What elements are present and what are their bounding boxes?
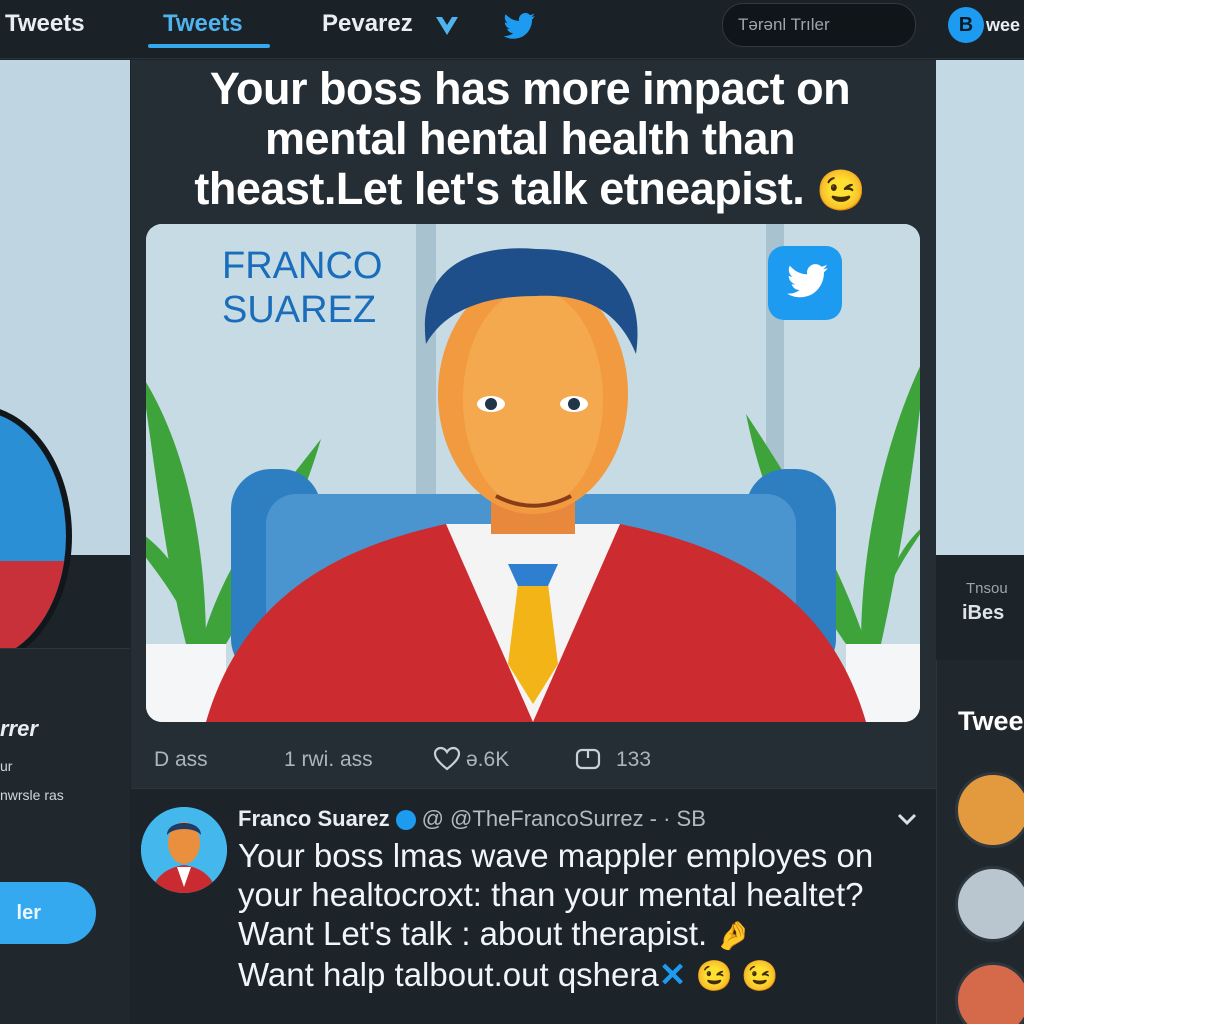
tweet-action-bar: D ass 1 rwi. ass ə.6K 133 bbox=[150, 742, 930, 782]
reply-author-name[interactable]: Franco Suarez bbox=[238, 806, 390, 831]
tab-tweets-active[interactable]: Tweets bbox=[163, 10, 243, 38]
reply-count[interactable]: D ass bbox=[154, 748, 208, 772]
like-count[interactable]: ə.6K bbox=[466, 748, 509, 772]
left-profile-line: nwrsle ras bbox=[0, 787, 64, 803]
retweet-count[interactable]: 1 rwi. ass bbox=[284, 748, 373, 772]
right-card-media bbox=[936, 60, 1024, 555]
tweet-headline: Your boss has more impact on mental hent… bbox=[160, 64, 900, 216]
emoji-icon: 🤌 bbox=[716, 920, 752, 951]
account-switcher[interactable]: B wee bbox=[948, 5, 1024, 45]
wink-emoji-icon: 😉 😉 bbox=[695, 960, 779, 993]
right-panel-title: Twee bbox=[958, 706, 1024, 736]
suggested-user-avatar[interactable] bbox=[955, 772, 1024, 848]
reply-avatar[interactable] bbox=[141, 807, 227, 893]
avatar-illustration bbox=[141, 807, 227, 893]
reply-body: Your boss lmas wave mappler employes on … bbox=[238, 837, 874, 993]
x-mark-icon: ✕ bbox=[658, 956, 687, 993]
account-avatar[interactable]: B bbox=[948, 7, 984, 43]
heart-icon[interactable] bbox=[433, 746, 461, 778]
app-window: Tweets Tweets Pevarez Tərənl Trıler B we… bbox=[0, 0, 1024, 1024]
left-profile-line: ur bbox=[0, 758, 13, 774]
twitter-logo-icon bbox=[768, 246, 842, 320]
top-nav-bar: Tweets Tweets Pevarez Tərənl Trıler B we… bbox=[0, 0, 1024, 59]
left-profile-handle: rrer bbox=[0, 716, 38, 741]
search-input[interactable]: Tərənl Trıler bbox=[722, 3, 916, 47]
follow-button[interactable]: ler bbox=[0, 882, 96, 944]
verified-badge-icon bbox=[395, 810, 416, 831]
tweet-headline-text: Your boss has more impact on mental hent… bbox=[194, 63, 851, 214]
right-card-caption: Tnsou bbox=[966, 580, 1008, 597]
reply-author-handle[interactable]: @ @TheFrancoSurrez - · SB bbox=[422, 806, 706, 831]
account-label: wee bbox=[986, 15, 1021, 35]
verified-heart-icon bbox=[433, 13, 461, 44]
right-card-count: iBes bbox=[962, 602, 1005, 624]
twitter-bird-icon[interactable] bbox=[502, 12, 536, 45]
wink-emoji-icon: 😉 bbox=[816, 169, 866, 213]
tweet-media-image[interactable]: FRANCO SUAREZ bbox=[146, 224, 920, 722]
tab-profile[interactable]: Pevarez bbox=[322, 10, 413, 38]
media-name-text: FRANCO SUAREZ bbox=[222, 245, 383, 331]
left-profile-panel bbox=[0, 648, 130, 1024]
search-placeholder: Tərənl Trıler bbox=[738, 15, 830, 34]
active-tab-indicator bbox=[148, 44, 270, 48]
reply-header: Franco Suarez @ @TheFrancoSurrez - · SB bbox=[238, 806, 706, 832]
more-options-chevron-icon[interactable] bbox=[896, 806, 918, 832]
suggested-user-avatar[interactable] bbox=[955, 866, 1024, 942]
tab-tweets[interactable]: Tweets bbox=[5, 10, 85, 38]
share-count[interactable]: 133 bbox=[616, 748, 651, 772]
share-icon[interactable] bbox=[574, 746, 602, 778]
